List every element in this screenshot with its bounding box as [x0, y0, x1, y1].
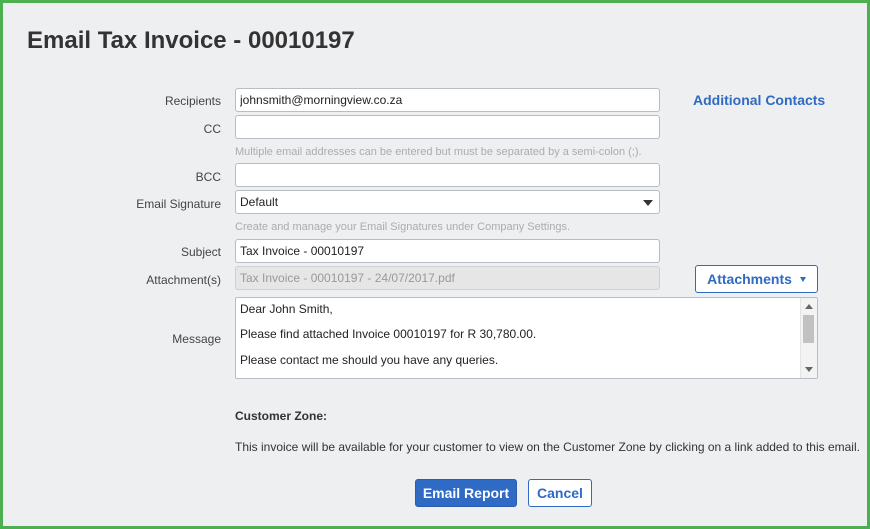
email-signature-label: Email Signature [136, 197, 221, 211]
attachments-field [235, 266, 660, 290]
caret-down-icon [799, 276, 806, 282]
email-report-button[interactable]: Email Report [415, 479, 517, 507]
email-signature-value: Default [240, 195, 279, 209]
scroll-thumb[interactable] [803, 315, 814, 343]
attachments-button-label: Attachments [707, 271, 792, 287]
email-signature-select[interactable]: Default [235, 190, 660, 214]
customer-zone-title: Customer Zone: [235, 409, 328, 423]
customer-zone-text: This invoice will be available for your … [235, 440, 860, 454]
scroll-down-arrow-icon[interactable] [805, 367, 813, 372]
cc-hint: Multiple email addresses can be entered … [235, 146, 642, 158]
subject-label: Subject [180, 245, 221, 259]
chevron-down-icon [643, 200, 653, 206]
signature-hint: Create and manage your Email Signatures … [235, 221, 571, 233]
subject-input[interactable] [235, 239, 660, 263]
attachments-label: Attachment(s) [146, 273, 221, 287]
cc-input[interactable] [235, 115, 660, 139]
recipients-label: Recipients [164, 94, 221, 108]
message-scrollbar[interactable] [800, 298, 817, 378]
page-title: Email Tax Invoice - 00010197 [27, 27, 355, 54]
cancel-button[interactable]: Cancel [528, 479, 592, 507]
scroll-up-arrow-icon[interactable] [805, 304, 813, 309]
cc-label: CC [203, 122, 221, 136]
message-textarea[interactable]: Dear John Smith, Please find attached In… [235, 297, 818, 379]
message-line: Please contact me should you have any qu… [240, 353, 499, 367]
recipients-input[interactable] [235, 88, 660, 112]
email-dialog: Email Tax Invoice - 00010197 Recipients … [0, 0, 870, 529]
message-line: Please find attached Invoice 00010197 fo… [240, 327, 537, 341]
message-line: Dear John Smith, [240, 302, 333, 316]
additional-contacts-link[interactable]: Additional Contacts [693, 92, 825, 108]
bcc-label: BCC [195, 170, 221, 184]
message-label: Message [172, 332, 221, 346]
attachments-button[interactable]: Attachments [695, 265, 818, 293]
bcc-input[interactable] [235, 163, 660, 187]
